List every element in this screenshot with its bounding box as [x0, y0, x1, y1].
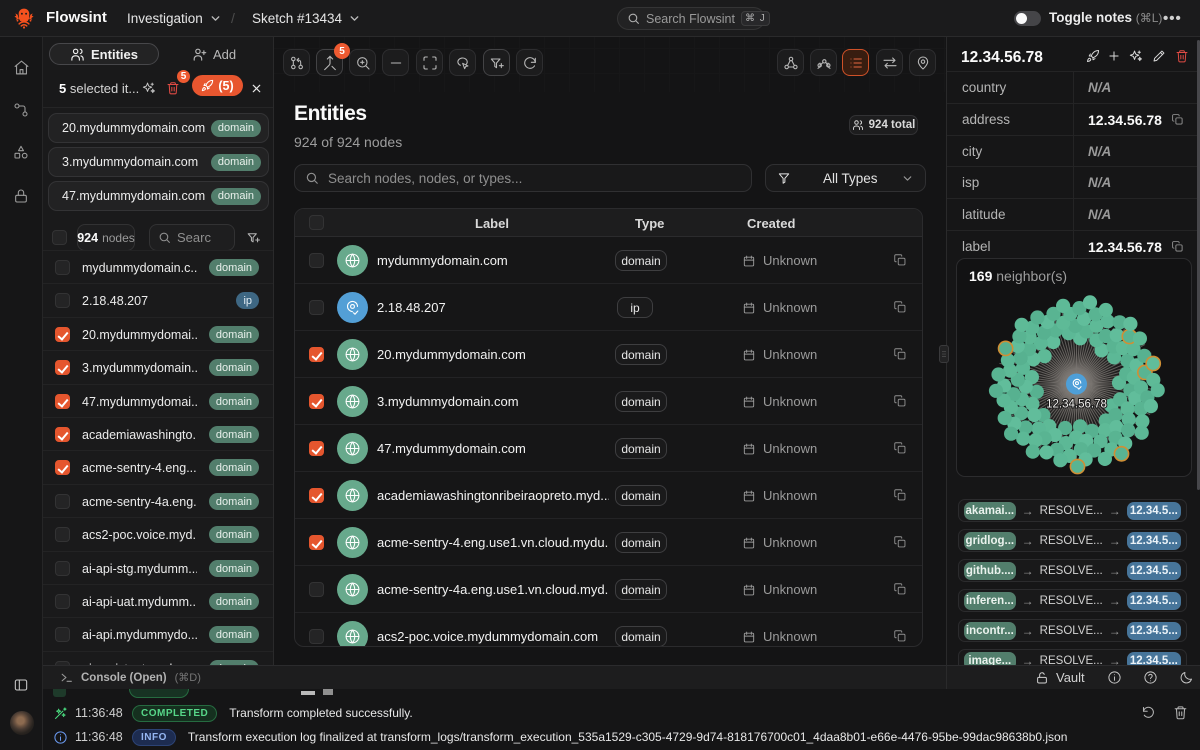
- svg-text:12.34.56.78: 12.34.56.78: [1046, 399, 1107, 411]
